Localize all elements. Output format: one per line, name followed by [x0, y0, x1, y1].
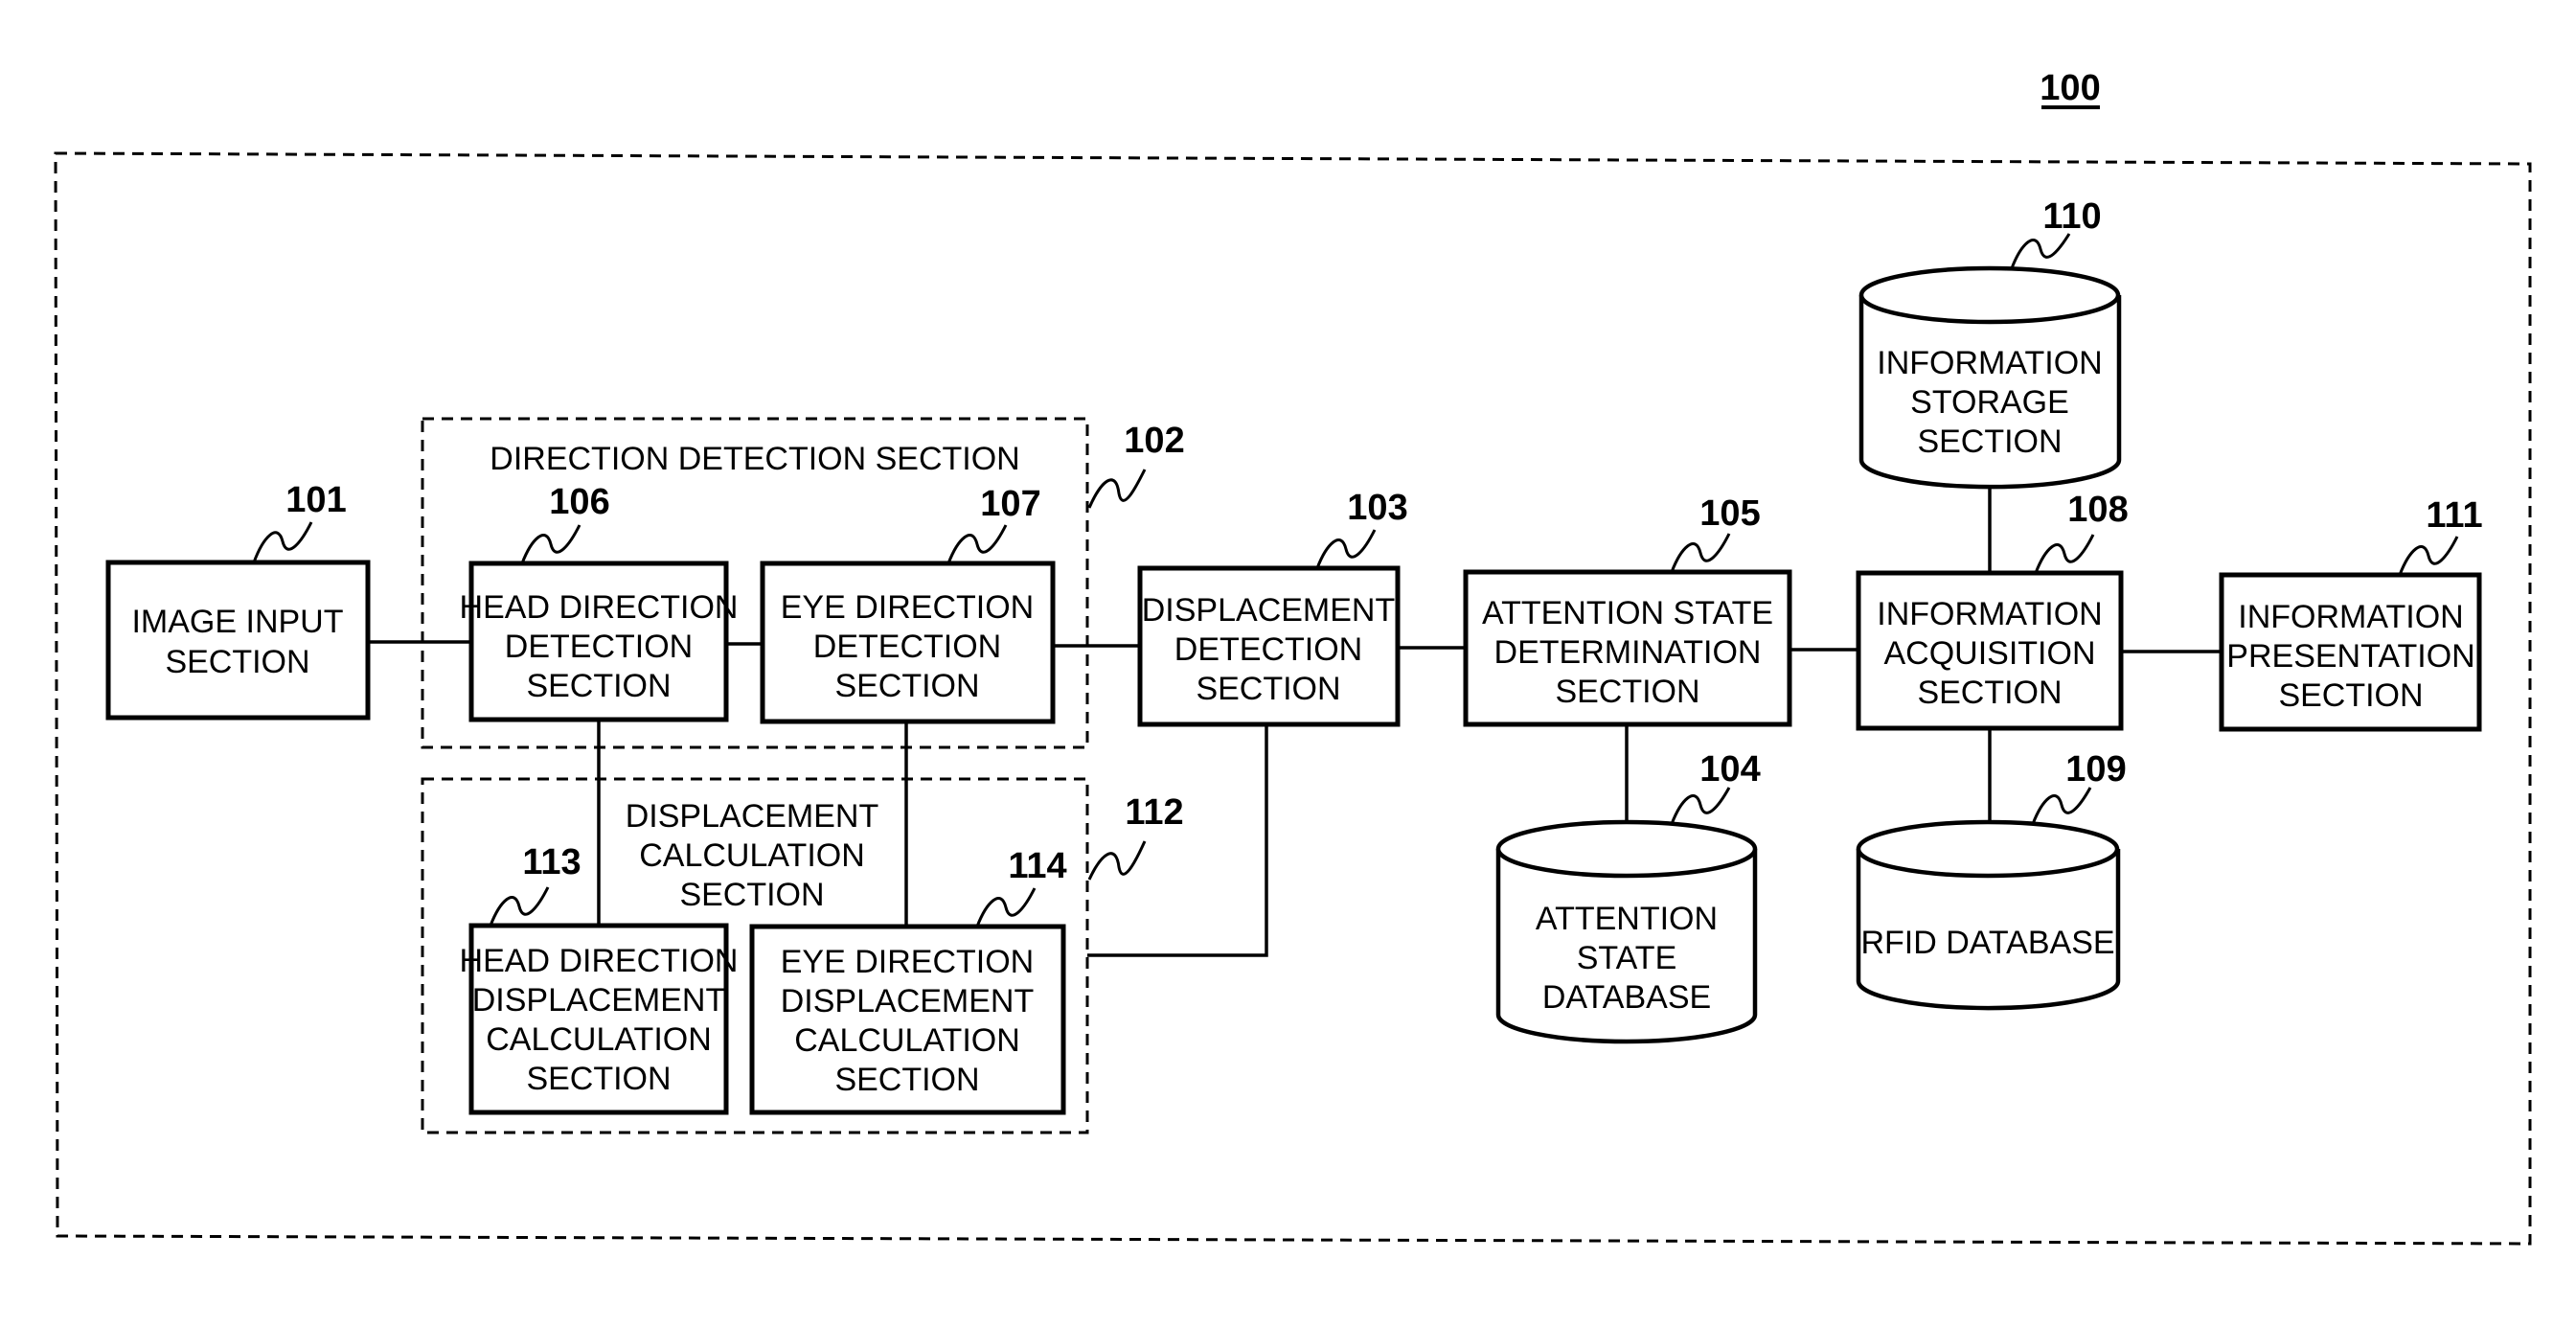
information-storage-label-line2: STORAGE [1910, 384, 2069, 421]
attention-state-determination-label-line2: DETERMINATION [1494, 634, 1762, 671]
image-input-label-line1: IMAGE INPUT [131, 604, 343, 640]
head-direction-detection-section-block: HEAD DIRECTION DETECTION SECTION [460, 561, 739, 722]
displacement-calculation-group-title-line1: DISPLACEMENT [626, 798, 879, 835]
leader-line-108 [2034, 534, 2095, 574]
attention-state-determination-ref: 105 [1699, 493, 1760, 534]
direction-detection-group-title: DIRECTION DETECTION SECTION [490, 441, 1019, 477]
leader-line-105 [1670, 533, 1731, 573]
attention-state-determination-label-line1: ATTENTION STATE [1482, 595, 1773, 631]
information-presentation-section-block: INFORMATION PRESENTATION SECTION [2219, 572, 2482, 732]
head-direction-displacement-label-line2: DISPLACEMENT [472, 982, 726, 1019]
eye-direction-detection-ref: 107 [980, 484, 1040, 524]
head-direction-displacement-label-line1: HEAD DIRECTION [460, 943, 739, 979]
displacement-calculation-group-title-line3: SECTION [679, 877, 824, 913]
eye-direction-displacement-label-line3: CALCULATION [794, 1022, 1020, 1059]
attention-state-determination-label-line3: SECTION [1555, 674, 1699, 710]
attention-state-database-ref: 104 [1699, 749, 1760, 790]
leader-line-109 [2031, 787, 2092, 825]
direction-detection-group-ref: 102 [1124, 421, 1184, 461]
displacement-detection-label-line1: DISPLACEMENT [1142, 592, 1396, 629]
head-direction-displacement-ref: 113 [522, 842, 581, 882]
eye-direction-displacement-calculation-section-block: EYE DIRECTION DISPLACEMENT CALCULATION S… [749, 924, 1066, 1115]
leader-line-113 [489, 886, 550, 927]
head-direction-detection-label-line3: SECTION [526, 668, 671, 704]
attention-state-database-label-line3: DATABASE [1542, 979, 1711, 1016]
information-acquisition-section-block: INFORMATION ACQUISITION SECTION [1856, 570, 2124, 731]
information-storage-ref: 110 [2042, 196, 2101, 237]
block-diagram: 100 DIRECTION DETECTION SECTION 102 DISP… [54, 68, 2532, 1246]
information-presentation-ref: 111 [2426, 495, 2482, 536]
eye-direction-displacement-ref: 114 [1008, 846, 1066, 886]
attention-state-database-label-line2: STATE [1577, 940, 1677, 976]
rfid-database-label: RFID DATABASE [1860, 925, 2114, 961]
leader-line-102 [1087, 469, 1147, 509]
displacement-detection-label-line3: SECTION [1196, 671, 1340, 707]
leader-line-104 [1670, 787, 1731, 825]
information-presentation-label-line1: INFORMATION [2238, 599, 2463, 635]
eye-direction-detection-label-line3: SECTION [834, 668, 979, 704]
head-direction-detection-label-line2: DETECTION [505, 629, 693, 665]
head-direction-detection-ref: 106 [549, 482, 609, 522]
leader-line-106 [520, 524, 581, 564]
attention-state-database: ATTENTION STATE DATABASE [1495, 819, 1758, 1044]
image-input-label-line2: SECTION [165, 644, 309, 680]
eye-direction-displacement-label-line2: DISPLACEMENT [781, 983, 1035, 1019]
leader-line-112 [1087, 840, 1147, 881]
information-acquisition-ref: 108 [2067, 490, 2128, 530]
connector-displacement-calculation-to-displacement-detection [1087, 724, 1268, 957]
figure-reference-number: 100 [2040, 68, 2100, 108]
displacement-detection-ref: 103 [1347, 488, 1407, 528]
eye-direction-displacement-label-line4: SECTION [834, 1062, 979, 1098]
rfid-database: RFID DATABASE [1856, 819, 2121, 1011]
displacement-detection-section-block: DISPLACEMENT DETECTION SECTION [1137, 565, 1401, 727]
information-storage-label-line3: SECTION [1917, 424, 2062, 460]
information-presentation-label-line2: PRESENTATION [2226, 638, 2474, 675]
head-direction-detection-label-line1: HEAD DIRECTION [460, 589, 739, 626]
leader-line-110 [2010, 233, 2071, 269]
image-input-ref: 101 [285, 480, 346, 520]
attention-state-database-label-line1: ATTENTION [1536, 901, 1718, 937]
information-storage-label-line1: INFORMATION [1877, 345, 2102, 381]
displacement-calculation-group-ref: 112 [1125, 792, 1183, 833]
attention-state-determination-section-block: ATTENTION STATE DETERMINATION SECTION [1463, 569, 1792, 727]
leader-line-101 [252, 521, 313, 563]
information-acquisition-label-line3: SECTION [1917, 675, 2062, 711]
head-direction-displacement-calculation-section-block: HEAD DIRECTION DISPLACEMENT CALCULATION … [460, 923, 739, 1115]
information-presentation-label-line3: SECTION [2278, 677, 2423, 714]
leader-line-111 [2398, 536, 2459, 576]
eye-direction-detection-label-line2: DETECTION [813, 629, 1001, 665]
information-acquisition-label-line1: INFORMATION [1877, 596, 2102, 632]
rfid-database-ref: 109 [2065, 749, 2126, 790]
eye-direction-detection-section-block: EYE DIRECTION DETECTION SECTION [760, 561, 1056, 724]
head-direction-displacement-label-line4: SECTION [526, 1061, 671, 1097]
head-direction-displacement-label-line3: CALCULATION [486, 1021, 712, 1058]
eye-direction-detection-label-line1: EYE DIRECTION [781, 589, 1034, 626]
leader-line-107 [946, 524, 1008, 564]
leader-line-114 [975, 887, 1037, 927]
information-storage-section-database: INFORMATION STORAGE SECTION [1858, 265, 2122, 490]
information-acquisition-label-line2: ACQUISITION [1883, 635, 2095, 672]
leader-line-103 [1315, 529, 1377, 569]
displacement-calculation-group-title-line2: CALCULATION [639, 837, 865, 874]
image-input-section-block: IMAGE INPUT SECTION [105, 560, 371, 721]
displacement-detection-label-line2: DETECTION [1174, 631, 1362, 668]
eye-direction-displacement-label-line1: EYE DIRECTION [781, 944, 1034, 980]
